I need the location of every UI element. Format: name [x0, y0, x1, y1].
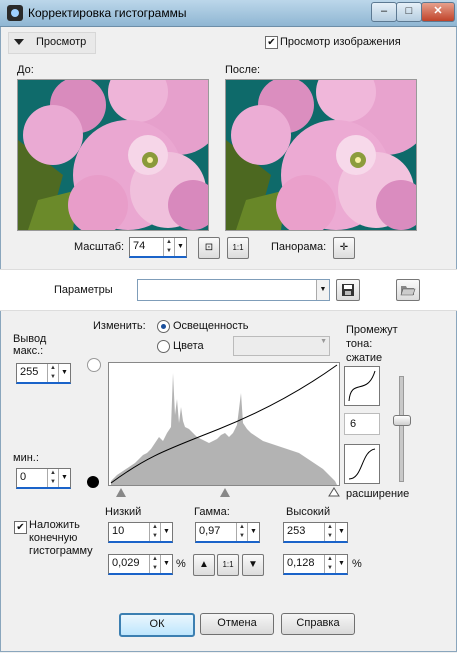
scale-label: Масштаб:: [74, 241, 125, 253]
gamma-input-marker[interactable]: [220, 488, 230, 497]
spin-arrows-icon[interactable]: ▲ ▼: [149, 555, 160, 573]
overlay-histogram-label: Наложить конечную гистограмму: [29, 519, 93, 557]
dropdown-arrow-icon: ▼: [320, 338, 327, 345]
colors-radio[interactable]: [157, 340, 170, 353]
maximize-button[interactable]: □: [396, 2, 422, 22]
dropdown-arrow-icon[interactable]: ▼: [58, 364, 70, 382]
gamma-value: 0,97: [199, 525, 221, 537]
preview-image-label: Просмотр изображения: [280, 36, 401, 48]
output-min-marker[interactable]: [87, 476, 99, 488]
midtones-value: 6: [350, 418, 357, 430]
dropdown-arrow-icon[interactable]: ▼: [160, 555, 172, 573]
high-percent-spinbox[interactable]: 0,128 ▲ ▼ ▼: [283, 554, 348, 575]
high-marker-icon: [328, 487, 340, 497]
increase-button[interactable]: ▲: [193, 554, 215, 576]
spin-arrows-icon[interactable]: ▲ ▼: [163, 238, 174, 256]
load-preset-button[interactable]: [396, 279, 420, 301]
ok-button[interactable]: ОК: [119, 613, 195, 637]
high-spinbox[interactable]: 253 ▲ ▼ ▼: [283, 522, 348, 543]
output-min-spinbox[interactable]: 0 ▲ ▼ ▼: [16, 468, 71, 489]
output-max-spinbox[interactable]: 255 ▲ ▼ ▼: [16, 363, 71, 384]
midtones-slider-track[interactable]: [399, 376, 404, 482]
before-label: До:: [17, 64, 34, 76]
histogram-panel[interactable]: [108, 362, 340, 486]
decrease-button[interactable]: ▼: [242, 554, 264, 576]
spin-arrows-icon[interactable]: ▲ ▼: [149, 523, 160, 541]
high-input-marker[interactable]: [328, 487, 340, 497]
pan-button[interactable]: ✛: [333, 237, 355, 259]
dropdown-arrow-icon[interactable]: ▼: [335, 555, 347, 573]
low-value: 10: [112, 525, 125, 537]
dropdown-arrow-icon[interactable]: ▼: [247, 523, 259, 541]
output-min-value: 0: [20, 471, 27, 483]
collapse-triangle-icon[interactable]: [14, 39, 24, 45]
high-percent-value: 0,128: [287, 557, 315, 569]
folder-icon: [400, 286, 416, 296]
dropdown-arrow-icon[interactable]: ▼: [316, 280, 329, 300]
reset-gamma-button[interactable]: 1:1: [217, 554, 239, 576]
midtones-slider-thumb[interactable]: [393, 415, 411, 426]
cancel-button[interactable]: Отмена: [200, 613, 274, 635]
low-spinbox[interactable]: 10 ▲ ▼ ▼: [108, 522, 173, 543]
save-preset-button[interactable]: [336, 279, 360, 301]
before-preview-image[interactable]: [17, 79, 209, 231]
output-max-label: Вывод макс.:: [13, 333, 47, 357]
dropdown-arrow-icon[interactable]: ▼: [160, 523, 172, 541]
compress-curve-button[interactable]: [344, 366, 380, 406]
low-label: Низкий: [105, 506, 142, 518]
expand-label: расширение: [346, 488, 410, 500]
compress-curve-icon: [348, 370, 376, 402]
brightness-label: Освещенность: [173, 320, 249, 332]
colors-label: Цвета: [173, 340, 204, 352]
help-button[interactable]: Справка: [281, 613, 355, 635]
high-label: Высокий: [286, 506, 331, 518]
dropdown-arrow-icon[interactable]: ▼: [174, 238, 186, 256]
floppy-icon: [342, 284, 354, 296]
preview-label: Просмотр: [36, 36, 87, 48]
dropdown-arrow-icon[interactable]: ▼: [58, 469, 70, 487]
spin-arrows-icon[interactable]: ▲ ▼: [236, 523, 247, 541]
output-max-marker[interactable]: [87, 358, 101, 372]
expand-curve-button[interactable]: [344, 444, 380, 484]
spin-arrows-icon[interactable]: ▲ ▼: [324, 523, 335, 541]
midtones-value-field[interactable]: 6: [344, 413, 380, 435]
window-title: Корректировка гистограммы: [28, 6, 187, 20]
zoom-spinbox[interactable]: 74 ▲ ▼ ▼: [129, 237, 187, 258]
high-value: 253: [287, 525, 306, 537]
parameters-combobox[interactable]: ▼: [137, 279, 330, 301]
fit-to-window-button[interactable]: ⊡: [198, 237, 220, 259]
low-percent-value: 0,029: [112, 557, 140, 569]
gamma-label: Гамма:: [194, 506, 230, 518]
percent-sign: %: [352, 558, 362, 570]
gamma-spinbox[interactable]: 0,97 ▲ ▼ ▼: [195, 522, 260, 543]
brightness-radio[interactable]: [157, 320, 170, 333]
low-percent-spinbox[interactable]: 0,029 ▲ ▼ ▼: [108, 554, 173, 575]
spin-arrows-icon[interactable]: ▲ ▼: [324, 555, 335, 573]
output-max-value: 255: [20, 366, 39, 378]
expand-curve-icon: [348, 448, 376, 480]
compress-label: сжатие: [346, 352, 383, 364]
histogram-graph: [110, 364, 338, 485]
pan-label: Панорама:: [271, 241, 327, 253]
after-label: После:: [225, 64, 261, 76]
actual-size-button[interactable]: 1:1: [227, 237, 249, 259]
dropdown-arrow-icon[interactable]: ▼: [335, 523, 347, 541]
midtones-label: Промежут тона:: [346, 324, 398, 350]
change-label: Изменить:: [93, 320, 146, 332]
parameters-label: Параметры: [54, 284, 113, 296]
preview-image-checkbox[interactable]: ✔: [265, 36, 278, 49]
close-button[interactable]: ✕: [421, 2, 455, 22]
zoom-value: 74: [133, 240, 146, 252]
minimize-button[interactable]: –: [371, 2, 397, 22]
after-preview-image[interactable]: [225, 79, 417, 231]
spin-arrows-icon[interactable]: ▲ ▼: [47, 469, 58, 487]
output-min-label: мин.:: [13, 452, 39, 464]
percent-sign: %: [176, 558, 186, 570]
app-icon: [7, 5, 23, 21]
overlay-histogram-checkbox[interactable]: ✔: [14, 521, 27, 534]
channel-combobox: ▼: [233, 336, 330, 356]
spin-arrows-icon[interactable]: ▲ ▼: [47, 364, 58, 382]
low-input-marker[interactable]: [116, 488, 126, 497]
